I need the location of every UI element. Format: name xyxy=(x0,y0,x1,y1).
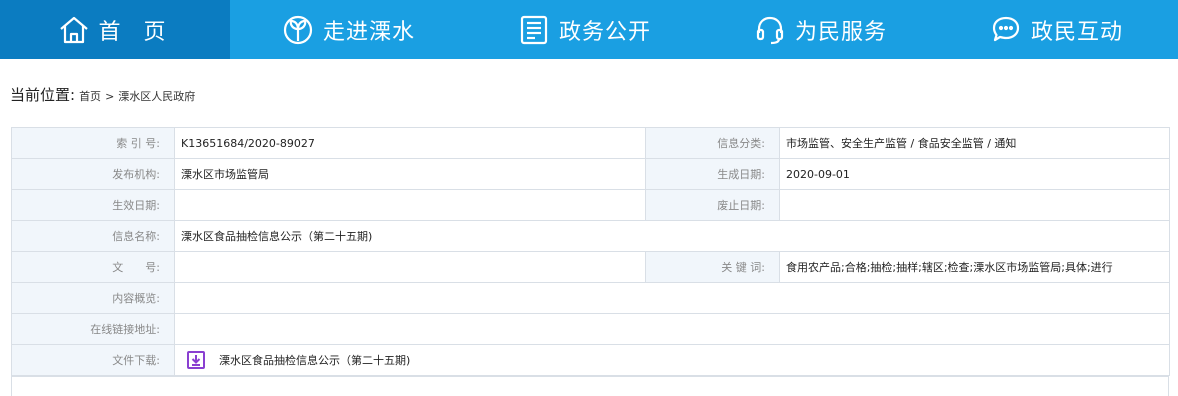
nav-label-interaction: 政民互动 xyxy=(1030,19,1123,45)
download-row: 溧水区食品抽检信息公示（第二十五期) xyxy=(181,351,1163,369)
nav-label-home: 首 页 xyxy=(98,19,174,45)
table-row: 发布机构: 溧水区市场监管局 生成日期: 2020-09-01 xyxy=(11,158,1170,190)
download-cell: 溧水区食品抽检信息公示（第二十五期) xyxy=(174,344,1170,376)
download-file-link[interactable]: 溧水区食品抽检信息公示（第二十五期) xyxy=(219,352,410,368)
category-label: 信息分类: xyxy=(645,127,780,159)
summary-value xyxy=(174,282,1170,314)
download-icon[interactable] xyxy=(187,351,205,369)
info-table: 索 引 号: K13651684/2020-89027 信息分类: 市场监管、安… xyxy=(11,127,1170,376)
keywords-value: 食用农产品;合格;抽检;抽样;辖区;检查;溧水区市场监管局;具体;进行 xyxy=(779,251,1170,283)
content-area xyxy=(11,376,1169,396)
breadcrumb-current-link[interactable]: 溧水区人民政府 xyxy=(118,88,195,104)
publisher-value: 溧水区市场监管局 xyxy=(174,158,646,190)
created-date-value: 2020-09-01 xyxy=(779,158,1170,190)
table-row: 文 号: 关 键 词: 食用农产品;合格;抽检;抽样;辖区;检查;溧水区市场监管… xyxy=(11,251,1170,283)
download-label: 文件下载: xyxy=(11,344,175,376)
nav-item-home[interactable]: 首 页 xyxy=(0,0,230,59)
leaf-icon xyxy=(281,13,315,47)
table-row: 文件下载: 溧水区食品抽检信息公示（第二十五期) xyxy=(11,344,1170,376)
created-date-label: 生成日期: xyxy=(645,158,780,190)
online-link-value xyxy=(174,313,1170,345)
doc-number-value xyxy=(174,251,646,283)
home-icon xyxy=(57,13,91,47)
table-row: 在线链接地址: xyxy=(11,313,1170,345)
document-icon xyxy=(517,13,551,47)
info-name-label: 信息名称: xyxy=(11,220,175,252)
effective-date-label: 生效日期: xyxy=(11,189,175,221)
index-value: K13651684/2020-89027 xyxy=(174,127,646,159)
index-label: 索 引 号: xyxy=(11,127,175,159)
keywords-label: 关 键 词: xyxy=(645,251,780,283)
category-value: 市场监管、安全生产监管 / 食品安全监管 / 通知 xyxy=(779,127,1170,159)
table-row: 生效日期: 废止日期: xyxy=(11,189,1170,221)
effective-date-value xyxy=(174,189,646,221)
nav-label-service: 为民服务 xyxy=(794,19,887,45)
table-row: 内容概览: xyxy=(11,282,1170,314)
breadcrumb-separator: > xyxy=(105,90,115,103)
headset-icon xyxy=(753,13,787,47)
publisher-label: 发布机构: xyxy=(11,158,175,190)
info-name-value: 溧水区食品抽检信息公示（第二十五期) xyxy=(174,220,1170,252)
table-row: 索 引 号: K13651684/2020-89027 信息分类: 市场监管、安… xyxy=(11,127,1170,159)
breadcrumb-home-link[interactable]: 首页 xyxy=(79,88,101,104)
nav-label-about: 走进溧水 xyxy=(322,19,415,45)
abolish-date-value xyxy=(779,189,1170,221)
nav-item-about[interactable]: 走进溧水 xyxy=(230,0,466,59)
doc-number-label: 文 号: xyxy=(11,251,175,283)
summary-label: 内容概览: xyxy=(11,282,175,314)
table-row: 信息名称: 溧水区食品抽检信息公示（第二十五期) xyxy=(11,220,1170,252)
main-nav: 首 页 走进溧水 政务公开 为民服务 政民互动 xyxy=(0,0,1178,59)
breadcrumb: 当前位置: 首页 > 溧水区人民政府 xyxy=(10,84,195,105)
chat-icon xyxy=(989,13,1023,47)
nav-item-service[interactable]: 为民服务 xyxy=(702,0,938,59)
nav-label-gov-open: 政务公开 xyxy=(558,19,651,45)
online-link-label: 在线链接地址: xyxy=(11,313,175,345)
nav-item-interaction[interactable]: 政民互动 xyxy=(938,0,1174,59)
breadcrumb-label: 当前位置: xyxy=(10,86,76,104)
nav-item-gov-open[interactable]: 政务公开 xyxy=(466,0,702,59)
abolish-date-label: 废止日期: xyxy=(645,189,780,221)
